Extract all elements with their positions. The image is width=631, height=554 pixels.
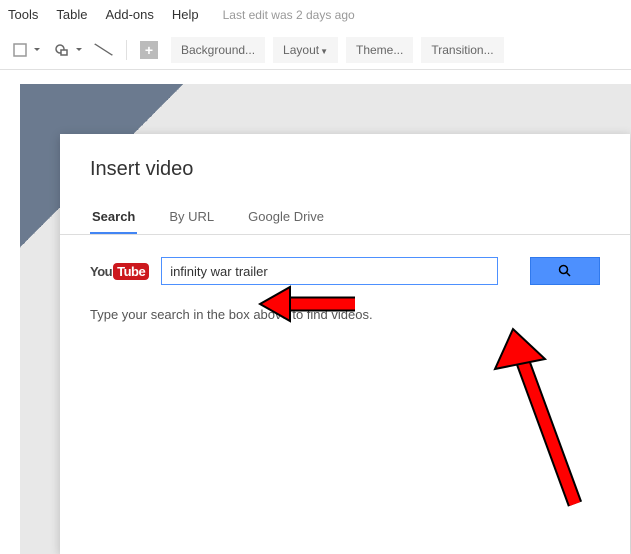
shapes-icon[interactable]: [48, 36, 76, 64]
tab-by-url[interactable]: By URL: [167, 201, 216, 234]
last-edit-info: Last edit was 2 days ago: [223, 8, 355, 22]
menu-tools[interactable]: Tools: [8, 7, 38, 22]
tab-google-drive[interactable]: Google Drive: [246, 201, 326, 234]
theme-button[interactable]: Theme...: [346, 37, 413, 63]
menu-addons[interactable]: Add-ons: [105, 7, 153, 22]
search-button[interactable]: [530, 257, 600, 285]
separator: [126, 40, 127, 60]
tab-search[interactable]: Search: [90, 201, 137, 234]
modal-title: Insert video: [60, 134, 630, 201]
modal-tabs: Search By URL Google Drive: [60, 201, 630, 235]
canvas-area: Insert video Search By URL Google Drive …: [0, 70, 631, 553]
menu-table[interactable]: Table: [56, 7, 87, 22]
search-input[interactable]: [161, 257, 498, 285]
search-icon: [558, 264, 572, 278]
slide-background: Insert video Search By URL Google Drive …: [20, 84, 631, 554]
layout-button[interactable]: Layout▼: [273, 37, 338, 63]
menu-help[interactable]: Help: [172, 7, 199, 22]
search-panel: YouTube Type your search in the box abov…: [60, 235, 630, 344]
insert-video-modal: Insert video Search By URL Google Drive …: [60, 134, 630, 554]
background-button[interactable]: Background...: [171, 37, 265, 63]
line-icon[interactable]: ╲: [90, 36, 118, 64]
shape-dropdown-icon[interactable]: [6, 36, 34, 64]
add-box-icon[interactable]: +: [135, 36, 163, 64]
transition-button[interactable]: Transition...: [421, 37, 503, 63]
search-row: YouTube: [90, 257, 600, 285]
toolbar: ╲ + Background... Layout▼ Theme... Trans…: [0, 30, 631, 70]
youtube-logo: YouTube: [90, 263, 149, 280]
menu-bar: Tools Table Add-ons Help Last edit was 2…: [0, 0, 631, 30]
search-hint: Type your search in the box above to fin…: [90, 307, 600, 322]
